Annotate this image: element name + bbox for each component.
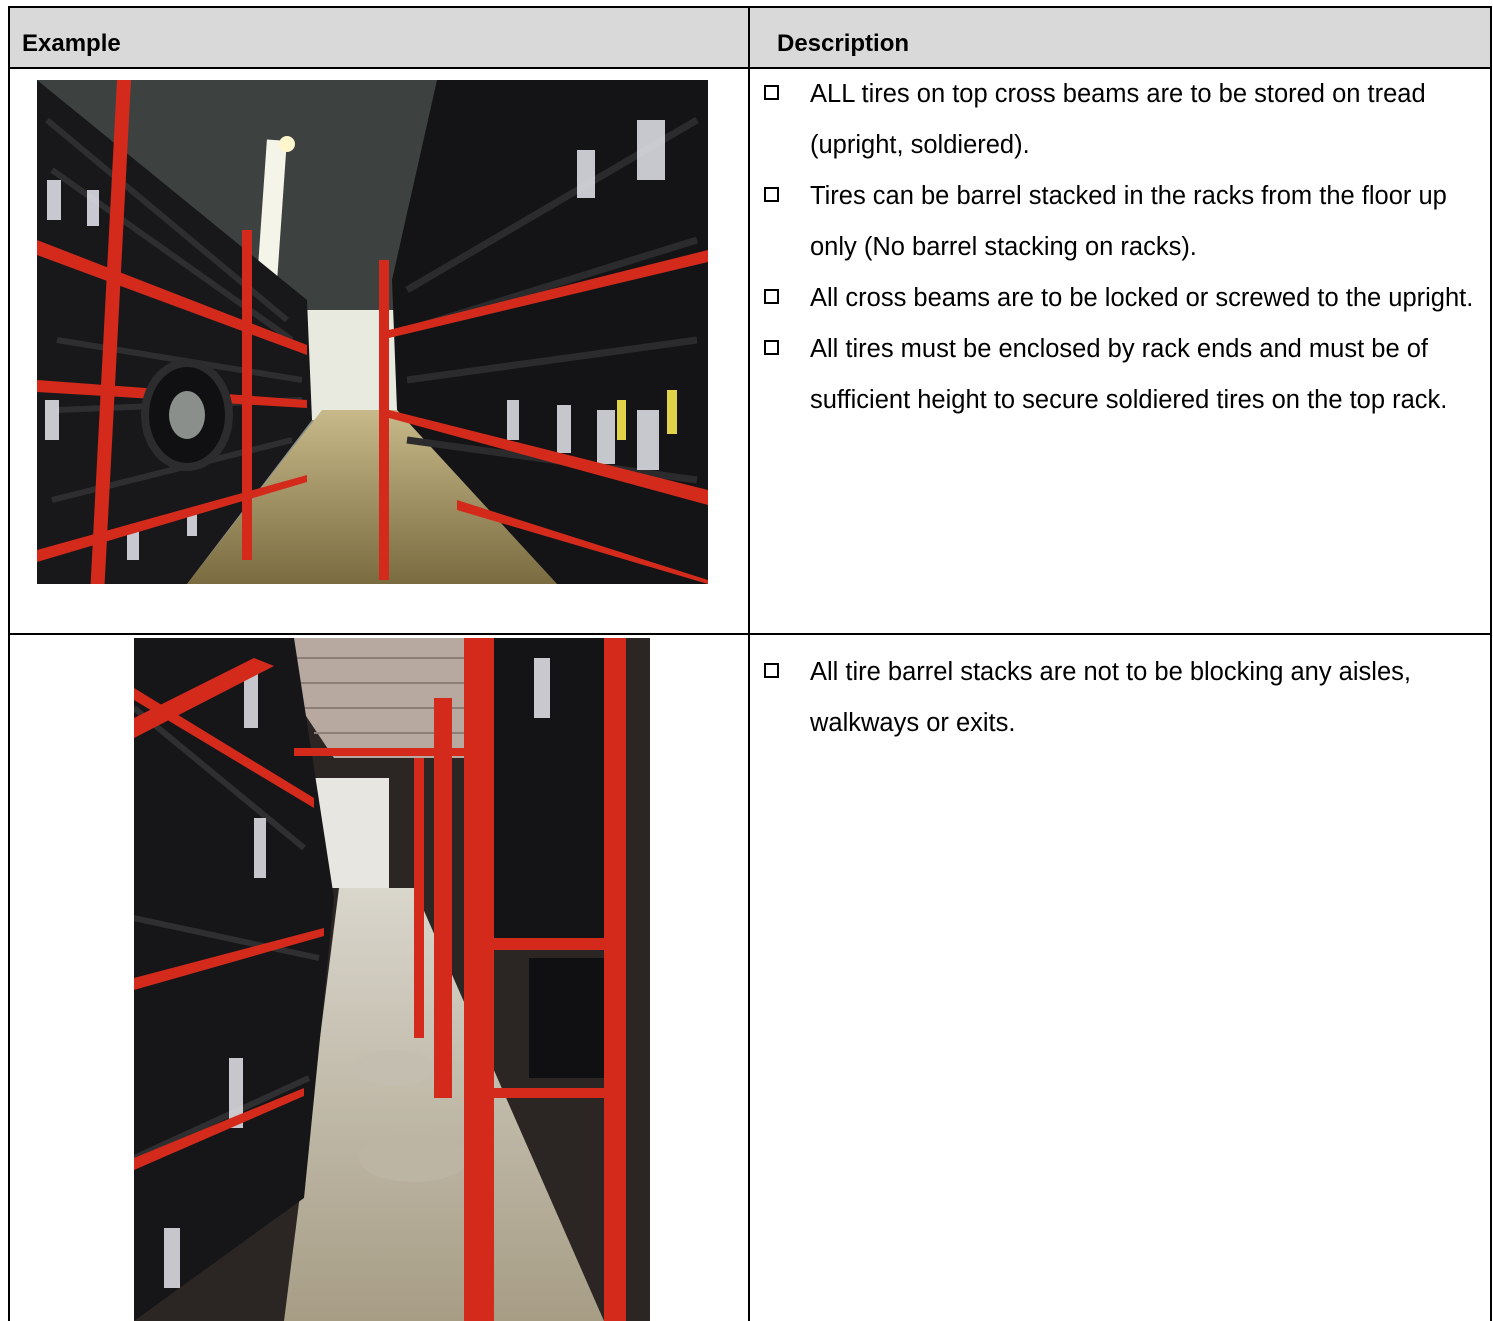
column-header-example: Example: [22, 30, 121, 57]
table-border-top: [8, 6, 1492, 8]
list-item: All tires must be enclosed by rack ends …: [762, 324, 1482, 426]
header-cell-example: Example: [8, 6, 749, 68]
table-column-divider: [748, 6, 750, 1321]
list-item: All cross beams are to be locked or scre…: [762, 273, 1482, 324]
row-2-description-list: All tire barrel stacks are not to be blo…: [762, 647, 1482, 749]
row-1-description-list: ALL tires on top cross beams are to be s…: [762, 69, 1482, 426]
list-item-text: Tires can be barrel stacked in the racks…: [810, 182, 1447, 261]
table-row-divider: [8, 633, 1492, 635]
table-border-right: [1490, 6, 1492, 1321]
list-item: ALL tires on top cross beams are to be s…: [762, 69, 1482, 171]
empty-checkbox-icon: [764, 187, 779, 202]
header-cell-description: Description: [749, 6, 1492, 68]
empty-checkbox-icon: [764, 85, 779, 100]
list-item: All tire barrel stacks are not to be blo…: [762, 647, 1482, 749]
list-item-text: All tires must be enclosed by rack ends …: [810, 335, 1448, 414]
empty-checkbox-icon: [764, 663, 779, 678]
empty-checkbox-icon: [764, 340, 779, 355]
list-item-text: All tire barrel stacks are not to be blo…: [810, 658, 1411, 737]
empty-checkbox-icon: [764, 289, 779, 304]
list-item-text: ALL tires on top cross beams are to be s…: [810, 80, 1426, 159]
list-item: Tires can be barrel stacked in the racks…: [762, 171, 1482, 273]
list-item-text: All cross beams are to be locked or scre…: [810, 284, 1474, 312]
table-border-left: [8, 6, 10, 1321]
narrow-tire-storage-aisle-photo: [134, 638, 650, 1321]
tire-warehouse-aisle-red-racks-photo: [37, 80, 708, 584]
column-header-description: Description: [777, 30, 910, 57]
